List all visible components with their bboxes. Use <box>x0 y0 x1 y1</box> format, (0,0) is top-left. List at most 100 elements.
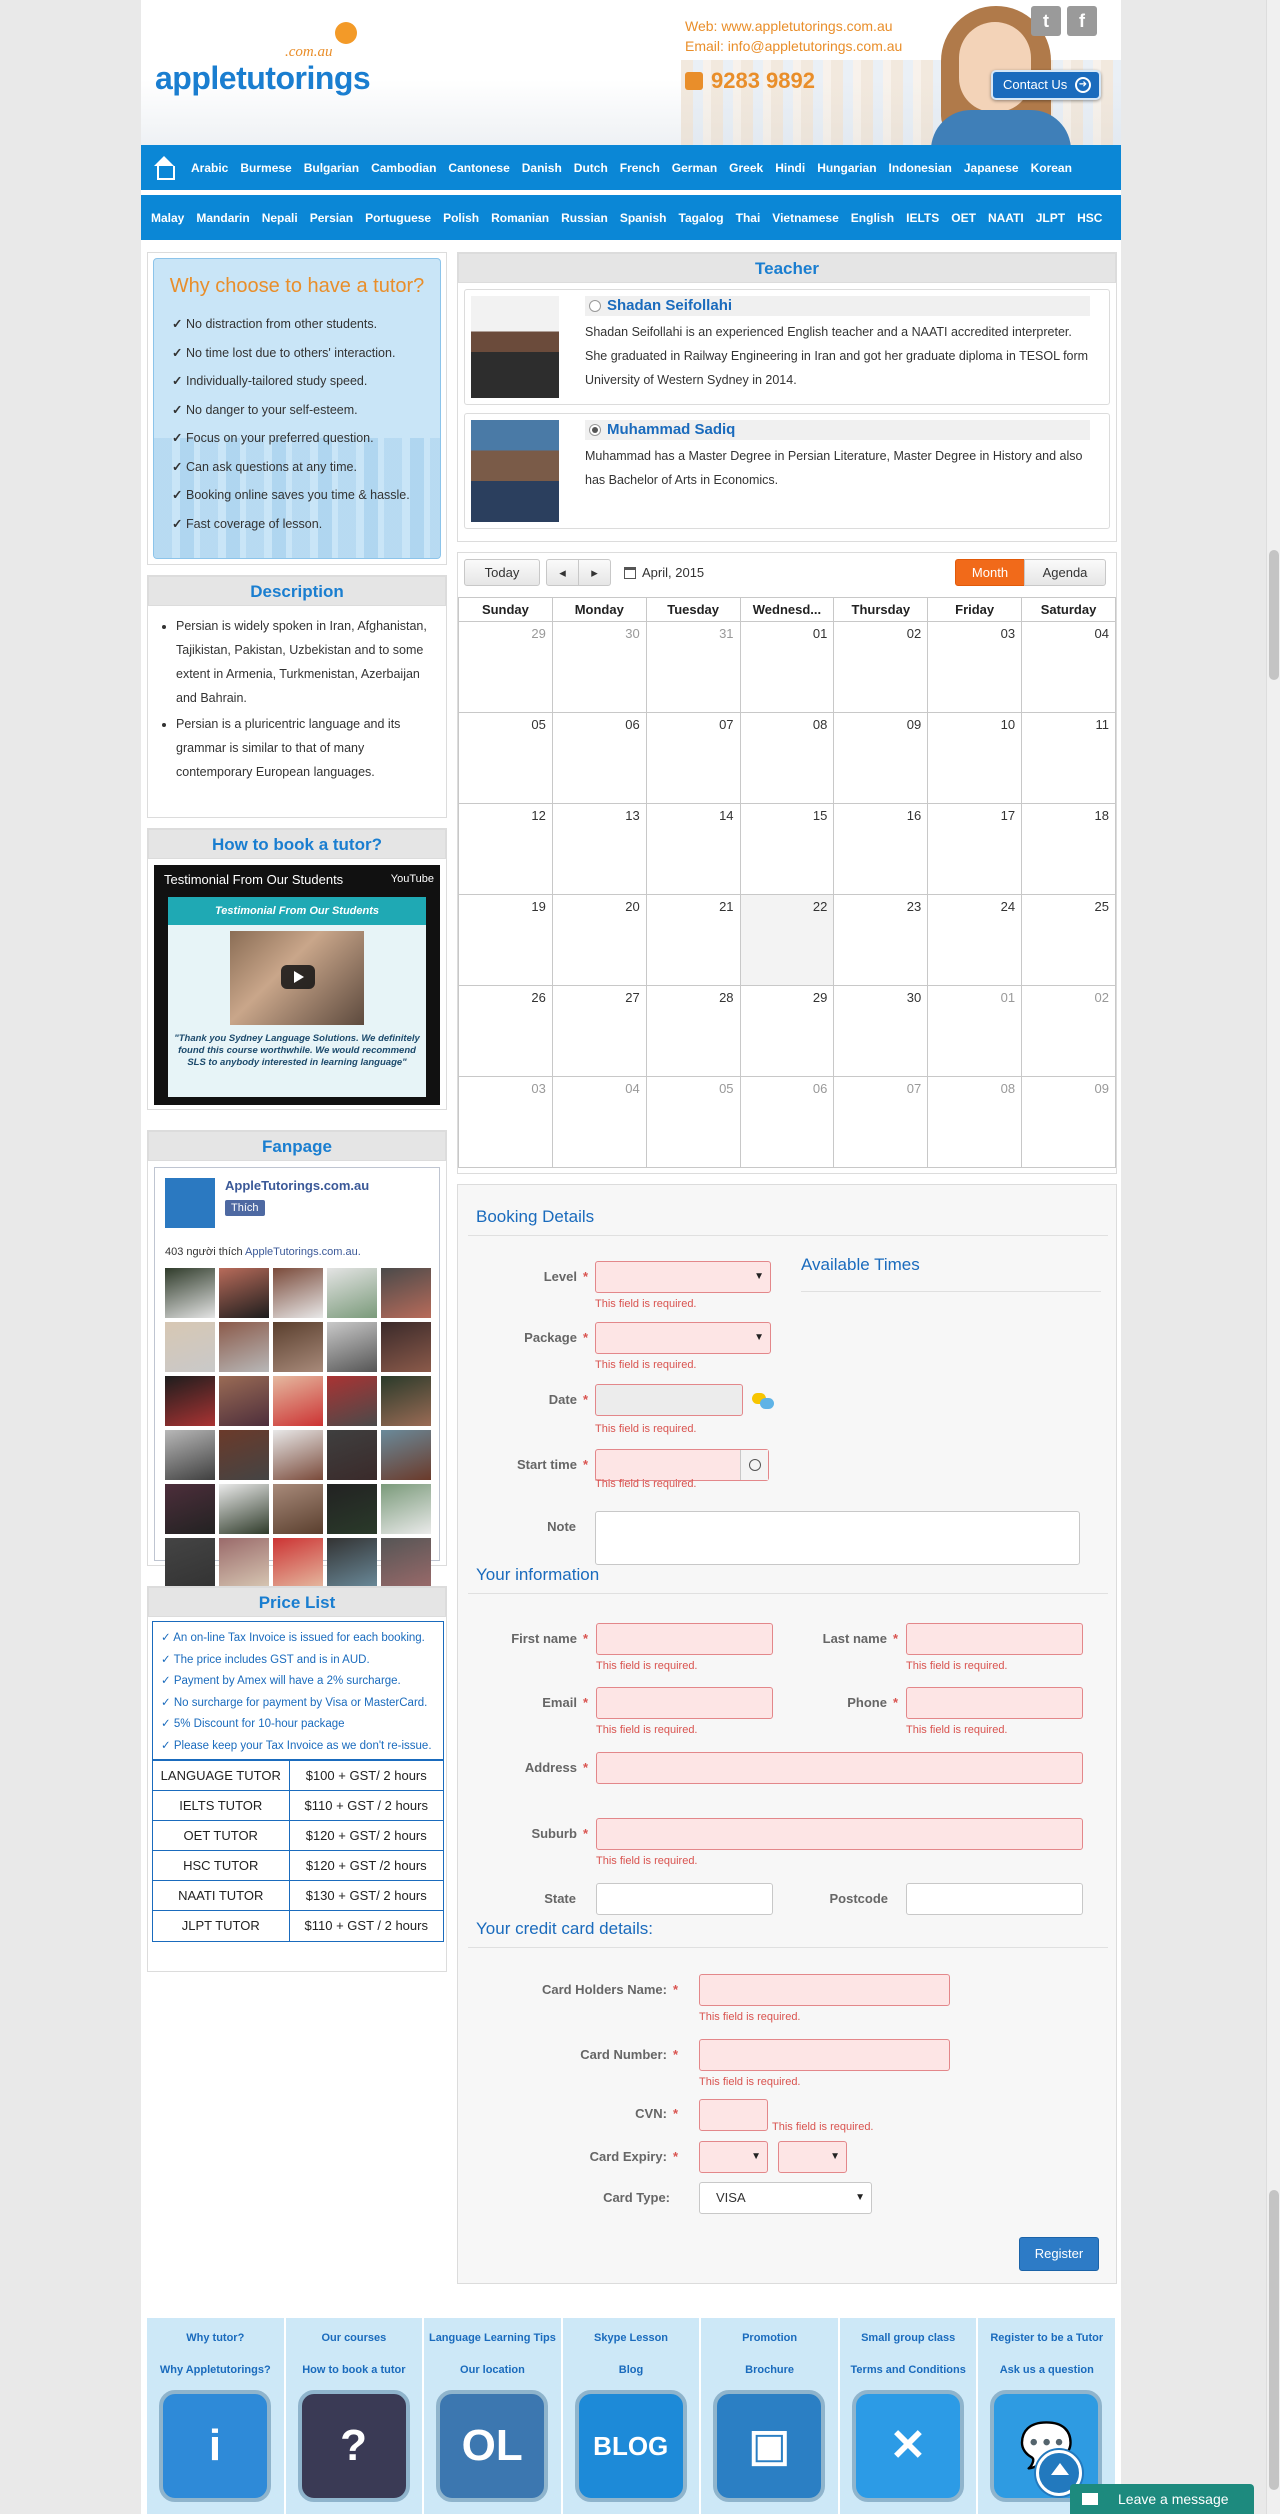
calendar-day-cell[interactable]: 06 <box>551 712 647 804</box>
package-select[interactable]: ▼ <box>595 1322 771 1354</box>
calendar-day-cell[interactable]: 29 <box>458 621 553 713</box>
teacher-card[interactable]: Shadan Seifollahi Shadan Seifollahi is an… <box>464 289 1110 405</box>
question-icon[interactable]: ? <box>297 2390 410 2502</box>
fan-avatar[interactable] <box>381 1268 431 1318</box>
nav-item-tagalog[interactable]: Tagalog <box>679 211 724 225</box>
footer-link[interactable]: Skype Lesson <box>563 2332 700 2344</box>
calendar-day-cell[interactable]: 19 <box>458 894 553 986</box>
card-number-input[interactable] <box>699 2039 950 2071</box>
calendar-day-cell[interactable]: 12 <box>458 803 553 895</box>
footer-link[interactable]: How to book a tutor <box>286 2364 423 2376</box>
teacher-name[interactable]: Muhammad Sadiq <box>607 420 735 440</box>
teacher-card[interactable]: Muhammad Sadiq Muhammad has a Master Degr… <box>464 413 1110 529</box>
nav-item-german[interactable]: German <box>672 161 717 175</box>
calendar-day-cell[interactable]: 15 <box>739 803 835 895</box>
nav-item-dutch[interactable]: Dutch <box>574 161 608 175</box>
expiry-month-select[interactable]: ▼ <box>699 2141 768 2173</box>
fan-avatar[interactable] <box>273 1376 323 1426</box>
nav-item-hindi[interactable]: Hindi <box>775 161 805 175</box>
fan-avatar[interactable] <box>165 1430 215 1480</box>
calendar-day-cell[interactable]: 07 <box>833 1076 929 1168</box>
calendar-day-cell[interactable]: 17 <box>927 803 1023 895</box>
calendar-day-cell[interactable]: 05 <box>458 712 553 804</box>
home-icon[interactable] <box>151 155 177 180</box>
next-month-button[interactable]: ▸ <box>578 559 611 586</box>
card-holder-input[interactable] <box>699 1974 950 2006</box>
calendar-day-cell[interactable]: 08 <box>927 1076 1023 1168</box>
nav-item-mandarin[interactable]: Mandarin <box>196 211 249 225</box>
state-input[interactable] <box>596 1883 773 1915</box>
footer-link[interactable]: Terms and Conditions <box>840 2364 977 2376</box>
fan-avatar[interactable] <box>165 1538 215 1588</box>
calendar-day-cell[interactable]: 10 <box>927 712 1023 804</box>
nav-item-burmese[interactable]: Burmese <box>240 161 291 175</box>
fan-avatar[interactable] <box>219 1322 269 1372</box>
fan-avatar[interactable] <box>381 1538 431 1588</box>
location-icon[interactable]: OL <box>436 2390 549 2502</box>
nav-item-cambodian[interactable]: Cambodian <box>371 161 436 175</box>
date-picker-icon[interactable] <box>752 1393 776 1411</box>
today-button[interactable]: Today <box>464 559 540 586</box>
calendar-day-cell[interactable]: 14 <box>645 803 741 895</box>
calendar-day-cell[interactable]: 24 <box>927 894 1023 986</box>
nav-item-polish[interactable]: Polish <box>443 211 479 225</box>
card-type-select[interactable]: VISA ▼ <box>699 2182 872 2214</box>
calendar-day-cell[interactable]: 04 <box>551 1076 647 1168</box>
calendar-day-cell[interactable]: 29 <box>739 985 835 1077</box>
calendar-day-cell[interactable]: 03 <box>458 1076 553 1168</box>
brochure-icon[interactable]: ▣ <box>713 2390 826 2502</box>
fan-avatar[interactable] <box>273 1322 323 1372</box>
calendar-day-cell[interactable]: 25 <box>1021 894 1116 986</box>
calendar-day-cell[interactable]: 01 <box>739 621 835 713</box>
nav-item-hungarian[interactable]: Hungarian <box>817 161 876 175</box>
phone-input[interactable] <box>906 1687 1083 1719</box>
calendar-day-cell[interactable]: 03 <box>927 621 1023 713</box>
register-button[interactable]: Register <box>1019 2237 1099 2271</box>
footer-link[interactable]: Blog <box>563 2364 700 2376</box>
fan-avatar[interactable] <box>219 1268 269 1318</box>
footer-link[interactable]: Brochure <box>701 2364 838 2376</box>
fan-avatar[interactable] <box>273 1538 323 1588</box>
fan-avatar[interactable] <box>219 1376 269 1426</box>
calendar-day-cell[interactable]: 27 <box>551 985 647 1077</box>
calendar-day-cell[interactable]: 16 <box>833 803 929 895</box>
calendar-day-cell[interactable]: 09 <box>833 712 929 804</box>
nav-item-bulgarian[interactable]: Bulgarian <box>304 161 359 175</box>
calendar-day-cell[interactable]: 21 <box>645 894 741 986</box>
leave-message-button[interactable]: Leave a message <box>1070 2484 1254 2514</box>
calendar-day-cell[interactable]: 30 <box>833 985 929 1077</box>
email-input[interactable] <box>596 1687 773 1719</box>
blog-icon[interactable]: BLOG <box>574 2390 687 2502</box>
calendar-day-cell[interactable]: 04 <box>1021 621 1116 713</box>
fan-avatar[interactable] <box>381 1430 431 1480</box>
nav-item-naati[interactable]: NAATI <box>988 211 1024 225</box>
note-textarea[interactable] <box>595 1511 1080 1565</box>
fan-avatar[interactable] <box>165 1376 215 1426</box>
first-name-input[interactable] <box>596 1623 773 1655</box>
nav-item-vietnamese[interactable]: Vietnamese <box>772 211 839 225</box>
nav-item-oet[interactable]: OET <box>951 211 976 225</box>
suburb-input[interactable] <box>596 1818 1083 1850</box>
footer-link[interactable]: Language Learning Tips <box>424 2332 561 2344</box>
phone-number[interactable]: 9283 9892 <box>685 68 815 94</box>
fan-avatar[interactable] <box>273 1484 323 1534</box>
calendar-day-cell[interactable]: 31 <box>645 621 741 713</box>
calendar-day-cell[interactable]: 30 <box>551 621 647 713</box>
contact-us-button[interactable]: Contact Us ➜ <box>991 70 1101 100</box>
nav-item-ielts[interactable]: IELTS <box>906 211 939 225</box>
logo[interactable]: .com.au appletutorings <box>155 22 385 102</box>
postcode-input[interactable] <box>906 1883 1083 1915</box>
fan-avatar[interactable] <box>219 1538 269 1588</box>
fan-avatar[interactable] <box>273 1268 323 1318</box>
nav-item-french[interactable]: French <box>620 161 660 175</box>
email-address[interactable]: Email: info@appletutorings.com.au <box>685 36 902 56</box>
nav-item-cantonese[interactable]: Cantonese <box>448 161 509 175</box>
nav-item-hsc[interactable]: HSC <box>1077 211 1102 225</box>
footer-link[interactable]: Register to be a Tutor <box>978 2332 1115 2344</box>
agenda-view-button[interactable]: Agenda <box>1024 559 1106 586</box>
nav-item-spanish[interactable]: Spanish <box>620 211 667 225</box>
calendar-day-cell[interactable]: 09 <box>1021 1076 1116 1168</box>
address-input[interactable] <box>596 1752 1083 1784</box>
fan-avatar[interactable] <box>165 1484 215 1534</box>
last-name-input[interactable] <box>906 1623 1083 1655</box>
